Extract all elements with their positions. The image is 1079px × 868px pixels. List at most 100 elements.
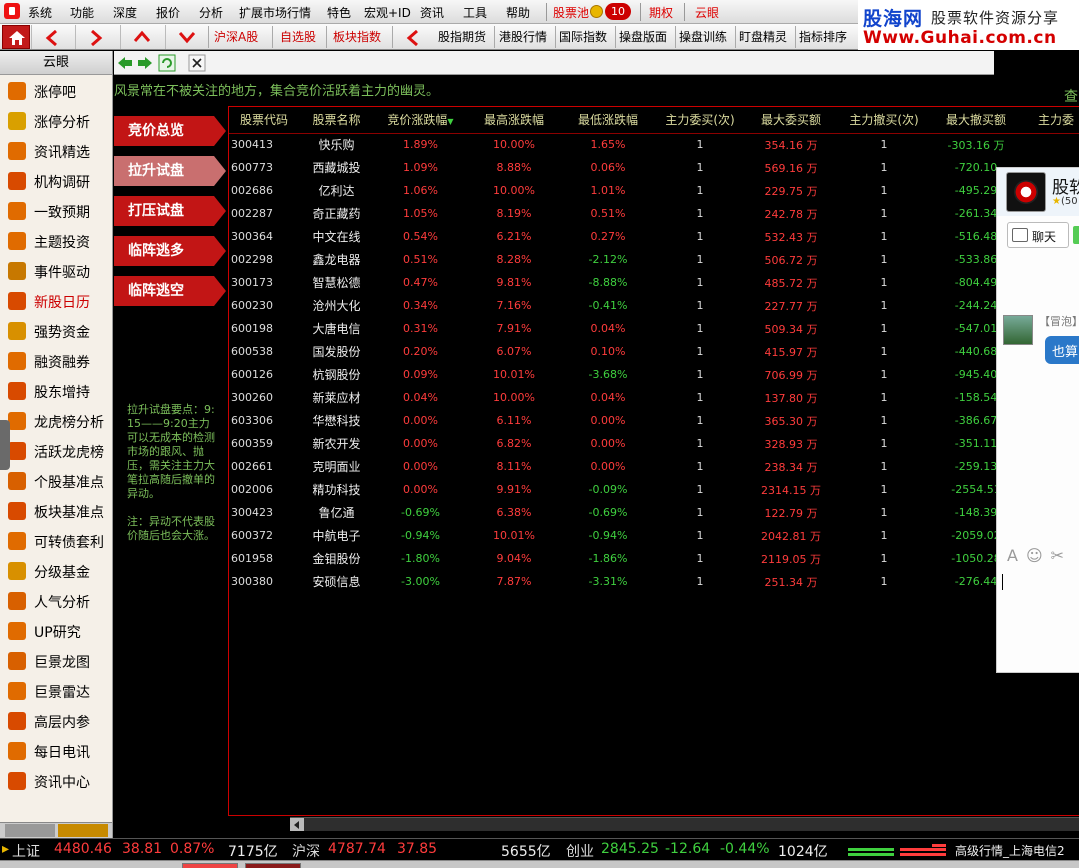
sidebar-item[interactable]: 龙虎榜分析 [0,407,112,435]
tab-indicator-sort[interactable]: 指标排序 [799,28,847,45]
table-row[interactable]: 300423 鲁亿通 -0.69% 6.38% -0.69% 1 122.79 万 1 -148… [229,501,1079,524]
menu-tools[interactable]: 工具 [463,4,487,21]
sidebar-item[interactable]: 一致预期 [0,197,112,225]
sidebar-item[interactable]: 每日电讯 [0,737,112,765]
sender-avatar[interactable] [1003,315,1033,345]
sidebar-collapse-handle[interactable] [0,420,10,470]
table-row[interactable]: 002298 鑫龙电器 0.51% 8.28% -2.12% 1 506.72 万 1 -533… [229,248,1079,271]
table-row[interactable]: 600230 沧州大化 0.34% 7.16% -0.41% 1 227.77 万 1 -244… [229,294,1079,317]
scroll-left-button[interactable] [290,818,304,831]
group-avatar[interactable] [1006,172,1046,212]
tab-monitor-wizard[interactable]: 盯盘精灵 [739,28,787,45]
menu-cloud-eye[interactable]: 云眼 [695,4,719,21]
sh-index-label[interactable]: 上证 [12,841,40,861]
sidebar-item[interactable]: 资讯中心 [0,767,112,795]
tab-trading-practice[interactable]: 操盘训练 [679,28,727,45]
emoji-icon[interactable]: ☺ [1026,546,1051,565]
sidebar-item[interactable]: 机构调研 [0,167,112,195]
sidebar-item[interactable]: 巨景龙图 [0,647,112,675]
tabs-scroll-left-button[interactable] [393,25,433,49]
menu-news[interactable]: 资讯 [420,4,444,21]
table-horizontal-scrollbar[interactable] [290,817,1079,831]
close-icon[interactable] [188,54,206,72]
table-row[interactable]: 300413 快乐购 1.89% 10.00% 1.65% 1 354.16 万 1 -303.… [229,133,1079,156]
sidebar-item[interactable]: 强势资金 [0,317,112,345]
category-last-minute-short-exit[interactable]: 临阵逃空 [114,276,226,306]
table-row[interactable]: 600126 杭钢股份 0.09% 10.01% -3.68% 1 706.99 万 1 -94… [229,363,1079,386]
column-header-name[interactable]: 股票名称 [299,107,374,134]
column-header-main-cancel-times[interactable]: 主力撤买(次) [837,107,931,134]
table-row[interactable]: 603306 华懋科技 0.00% 6.11% 0.00% 1 365.30 万 1 -386.… [229,409,1079,432]
sidebar-item[interactable]: 分级基金 [0,557,112,585]
refresh-icon[interactable] [158,54,176,72]
sidebar-item[interactable]: 股东增持 [0,377,112,405]
scissors-icon[interactable]: ✂ [1051,546,1072,565]
column-header-main-order[interactable]: 主力委 [1021,107,1079,134]
table-row[interactable]: 601958 金钼股份 -1.80% 9.04% -1.86% 1 2119.05 万 1 -1… [229,547,1079,570]
sidebar-item[interactable]: 资讯精选 [0,137,112,165]
chat-tab-secondary[interactable] [1073,226,1079,244]
cy-index-label[interactable]: 创业 [566,841,594,861]
menu-options[interactable]: 期权 [649,4,673,21]
sidebar-scroll-down-button[interactable] [58,824,108,837]
menu-system[interactable]: 系统 [28,4,52,21]
sidebar-item[interactable]: 主题投资 [0,227,112,255]
sidebar-item[interactable]: 事件驱动 [0,257,112,285]
table-row[interactable]: 300173 智慧松德 0.47% 9.81% -8.88% 1 485.72 万 1 -804… [229,271,1079,294]
menu-macro[interactable]: 宏观+ID [364,4,411,21]
menu-quote[interactable]: 报价 [156,4,180,21]
menu-stock-pool[interactable]: 股票池 [553,4,589,21]
forward-arrow-icon[interactable] [136,54,154,72]
table-row[interactable]: 600359 新农开发 0.00% 6.82% 0.00% 1 328.93 万 1 -351.… [229,432,1079,455]
tab-trading-layout[interactable]: 操盘版面 [619,28,667,45]
column-header-code[interactable]: 股票代码 [229,107,299,134]
table-row[interactable]: 002661 克明面业 0.00% 8.11% 0.00% 1 238.34 万 1 -259.… [229,455,1079,478]
table-row[interactable]: 600372 中航电子 -0.94% 10.01% -0.94% 1 2042.81 万1-… [229,524,1079,547]
table-row[interactable]: 002006 精功科技 0.00% 9.91% -0.09% 1 2314.15 万 1 -25… [229,478,1079,501]
category-last-minute-long-exit[interactable]: 临阵逃多 [114,236,226,266]
menu-feature[interactable]: 特色 [327,4,351,21]
taskbar-app-button[interactable] [245,863,301,868]
table-row[interactable]: 600538 国发股份 0.20% 6.07% 0.10% 1 415.97 万 1 -440.… [229,340,1079,363]
column-header-max-cancel-amount[interactable]: 最大撤买额 [931,107,1021,134]
column-header-main-buy-times[interactable]: 主力委买(次) [655,107,745,134]
menu-analysis[interactable]: 分析 [199,4,223,21]
menu-extended-market[interactable]: 扩展市场行情 [239,4,311,21]
app-logo-icon[interactable] [4,3,20,19]
chat-input-caret[interactable] [1002,574,1003,590]
column-header-max-buy-amount[interactable]: 最大委买额 [745,107,837,134]
table-row[interactable]: 600773 西藏城投 1.09% 8.88% 0.06% 1 569.16 万 1 -720.… [229,156,1079,179]
hs-index-label[interactable]: 沪深 [292,841,320,861]
chat-tab[interactable]: 聊天 [1007,222,1069,248]
sidebar-item[interactable]: 可转债套利 [0,527,112,555]
sidebar-item[interactable]: 巨景雷达 [0,677,112,705]
sidebar-item[interactable]: 涨停分析 [0,107,112,135]
menu-help[interactable]: 帮助 [506,4,530,21]
sidebar-item[interactable]: 个股基准点 [0,467,112,495]
sidebar-item[interactable]: UP研究 [0,617,112,645]
table-row[interactable]: 600198 大唐电信 0.31% 7.91% 0.04% 1 509.34 万 1 -547.… [229,317,1079,340]
menu-depth[interactable]: 深度 [113,4,137,21]
page-up-button[interactable] [120,25,160,49]
view-link[interactable]: 查 [1064,86,1078,106]
back-button[interactable] [31,25,71,49]
tab-hk-stocks[interactable]: 港股行情 [499,28,547,45]
table-row[interactable]: 300260 新莱应材 0.04% 10.00% 0.04% 1 137.80 万 1 -158… [229,386,1079,409]
back-arrow-icon[interactable] [116,54,134,72]
column-header-low-change[interactable]: 最低涨跌幅 [561,107,655,134]
tab-global-index[interactable]: 国际指数 [559,28,607,45]
table-row[interactable]: 002287 奇正藏药 1.05% 8.19% 0.51% 1 242.78 万 1 -261.… [229,202,1079,225]
category-pull-up-test[interactable]: 拉升试盘 [114,156,226,186]
tab-hs-a-shares[interactable]: 沪深A股 [214,28,258,45]
forward-button[interactable] [75,25,115,49]
taskbar-app-button[interactable] [182,863,238,868]
sidebar-scroll-bar[interactable] [0,822,112,838]
table-row[interactable]: 300364 中文在线 0.54% 6.21% 0.27% 1 532.43 万 1 -516.… [229,225,1079,248]
page-down-button[interactable] [165,25,205,49]
font-icon[interactable]: A [1007,546,1026,565]
sidebar-item[interactable]: 新股日历 [0,287,112,315]
sidebar-item[interactable]: 人气分析 [0,587,112,615]
category-auction-overview[interactable]: 竞价总览 [114,116,226,146]
sidebar-item[interactable]: 活跃龙虎榜 [0,437,112,465]
tab-watchlist[interactable]: 自选股 [280,28,316,45]
